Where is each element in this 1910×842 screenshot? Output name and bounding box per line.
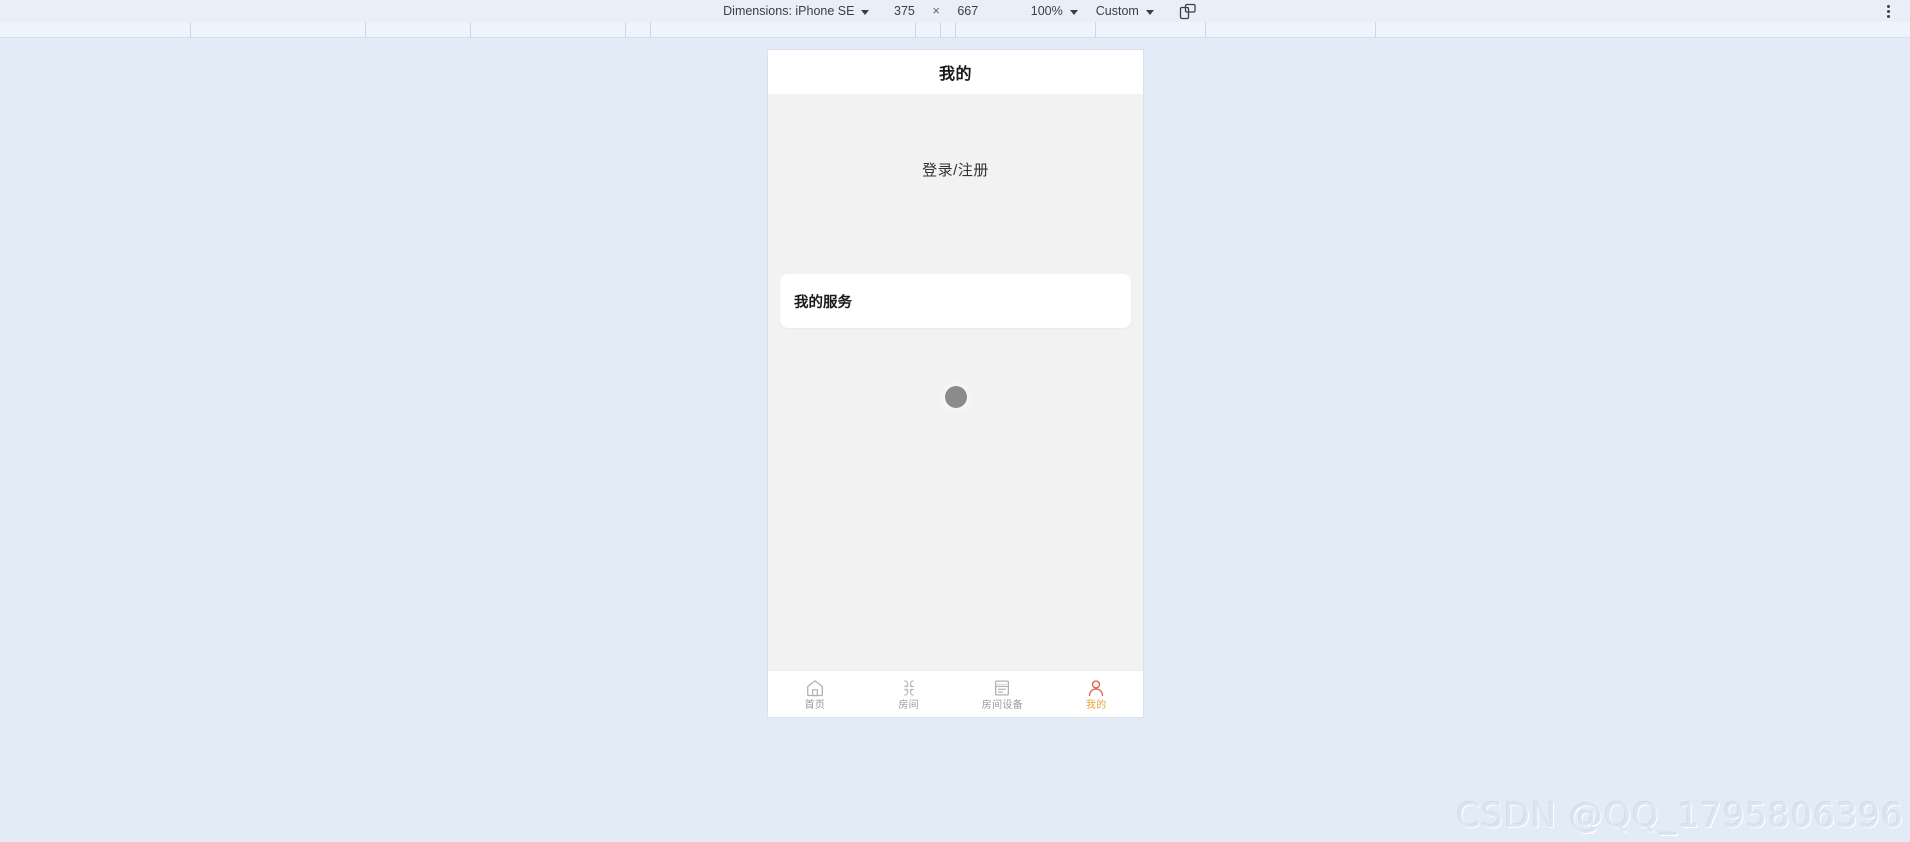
zoom-dropdown[interactable]: 100% — [1022, 1, 1087, 21]
dimensions-label: Dimensions: iPhone SE — [723, 4, 855, 18]
tab-room[interactable]: 房间 — [862, 671, 956, 717]
menu-dot — [1886, 9, 1890, 13]
multiply-symbol: × — [932, 4, 940, 18]
ruler-tick — [940, 22, 941, 38]
loading-indicator — [944, 386, 967, 408]
device-toolbar: Dimensions: iPhone SE 375 × 667 100% Cus… — [0, 0, 1910, 22]
tab-label-room: 房间 — [898, 700, 919, 711]
profile-section: 登录/注册 — [768, 94, 1143, 194]
person-icon — [1086, 677, 1107, 698]
dimensions-dropdown[interactable]: Dimensions: iPhone SE — [714, 1, 878, 21]
ruler-tick — [1205, 22, 1206, 38]
ruler-tick — [915, 22, 916, 38]
ruler-tick — [1375, 22, 1376, 38]
tab-label-room-devices: 房间设备 — [981, 700, 1023, 711]
page-canvas: 我的 登录/注册 我的服务 首页 房间 房间设备 我的 — [0, 38, 1910, 842]
throttling-dropdown[interactable]: Custom — [1087, 1, 1163, 21]
viewport-size-group: 375 × 667 — [878, 1, 993, 21]
ruler-tick — [190, 22, 191, 38]
ruler-tick — [650, 22, 651, 38]
tab-label-profile: 我的 — [1085, 700, 1107, 711]
zoom-level-label: 100% — [1030, 4, 1063, 18]
ruler-tick — [1095, 22, 1096, 38]
clover-grid-icon — [898, 677, 919, 698]
throttling-label: Custom — [1095, 4, 1139, 18]
rotate-device-icon[interactable] — [1179, 3, 1196, 20]
app-navbar: 我的 — [768, 50, 1143, 94]
device-panel-icon — [992, 677, 1013, 698]
tab-profile[interactable]: 我的 — [1049, 671, 1143, 717]
my-services-card[interactable]: 我的服务 — [780, 274, 1131, 328]
chevron-down-icon — [1069, 9, 1078, 15]
chevron-down-icon — [1145, 9, 1154, 15]
app-content: 登录/注册 我的服务 — [768, 94, 1143, 670]
tab-label-home: 首页 — [804, 700, 826, 711]
ruler-tick — [625, 22, 626, 38]
device-viewport: 我的 登录/注册 我的服务 首页 房间 房间设备 我的 — [768, 50, 1143, 717]
tab-home[interactable]: 首页 — [768, 671, 862, 717]
csdn-watermark: CSDN @QQ_1795806396 — [1456, 796, 1904, 836]
ruler-tick — [470, 22, 471, 38]
bottom-tab-bar: 首页 房间 房间设备 我的 — [768, 670, 1143, 717]
height-input[interactable]: 667 — [951, 4, 985, 18]
menu-dot — [1886, 14, 1890, 18]
login-register-link[interactable]: 登录/注册 — [922, 159, 989, 180]
more-options-icon[interactable] — [1880, 3, 1896, 19]
viewport-ruler — [0, 22, 1910, 38]
home-icon — [804, 677, 825, 698]
ruler-tick — [955, 22, 956, 38]
ruler-tick — [365, 22, 366, 38]
page-title: 我的 — [938, 66, 972, 83]
menu-dot — [1886, 4, 1890, 8]
chevron-down-icon — [861, 9, 870, 15]
tab-room-devices[interactable]: 房间设备 — [956, 671, 1050, 717]
width-input[interactable]: 375 — [887, 4, 921, 18]
my-services-title: 我的服务 — [794, 294, 852, 311]
